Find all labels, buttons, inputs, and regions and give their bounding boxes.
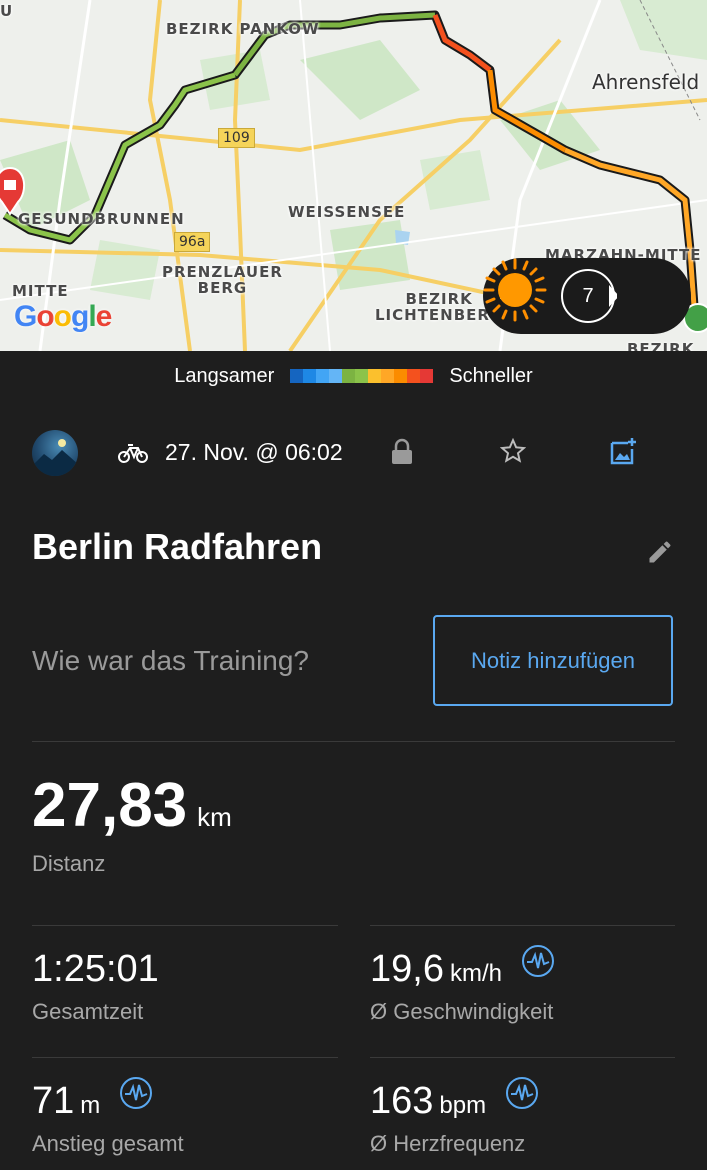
- map-label: BEZIRK PANKOW: [166, 20, 320, 38]
- lock-icon[interactable]: [390, 438, 414, 466]
- total-time-stat: 1:25:01: [32, 948, 159, 991]
- map-label: PRENZLAUER BERG: [162, 263, 283, 297]
- heart-rate-unit: bpm: [439, 1092, 487, 1119]
- divider: [32, 741, 675, 742]
- training-prompt: Wie war das Training?: [32, 645, 310, 676]
- bicycle-icon: [118, 444, 148, 463]
- edit-pencil-icon[interactable]: [646, 538, 674, 566]
- legend-color-swatch: [303, 369, 317, 383]
- legend-color-swatch: [329, 369, 343, 383]
- avatar[interactable]: [32, 430, 78, 476]
- speed-legend: Langsamer Schneller: [0, 351, 707, 401]
- sun-icon: [483, 258, 547, 322]
- google-logo: Google: [14, 300, 112, 333]
- activity-title: Berlin Radfahren: [32, 526, 323, 567]
- legend-color-swatch: [290, 369, 304, 383]
- weather-badge: -2° 7: [483, 258, 691, 334]
- speed-chart-icon[interactable]: [521, 944, 555, 978]
- map-label: BEZIRK: [627, 340, 695, 351]
- elevation-chart-icon[interactable]: [119, 1076, 153, 1110]
- legend-color-swatch: [407, 369, 421, 383]
- distance-unit: km: [197, 802, 232, 832]
- divider: [370, 1057, 675, 1058]
- avg-speed-value: 19,6: [370, 948, 444, 990]
- distance-stat: 27,83 km: [32, 770, 232, 841]
- divider: [32, 1057, 338, 1058]
- heart-rate-stat: 163 bpm: [370, 1077, 539, 1123]
- legend-color-swatch: [355, 369, 369, 383]
- divider: [32, 925, 338, 926]
- legend-color-swatch: [394, 369, 408, 383]
- avg-speed-label: Ø Geschwindigkeit: [370, 999, 554, 1024]
- avg-speed-unit: km/h: [449, 960, 502, 987]
- legend-slower-label: Langsamer: [174, 364, 275, 387]
- legend-color-bar: [290, 369, 434, 383]
- star-icon[interactable]: [500, 438, 526, 464]
- road-shield: 109: [218, 128, 255, 148]
- heart-rate-chart-icon[interactable]: [505, 1076, 539, 1110]
- distance-label: Distanz: [32, 851, 106, 876]
- heart-rate-label: Ø Herzfrequenz: [370, 1131, 526, 1156]
- legend-faster-label: Schneller: [449, 364, 533, 387]
- map-label: U: [0, 2, 14, 20]
- route-map[interactable]: U BEZIRK PANKOW Ahrensfeld GESUNDBRUNNEN…: [0, 0, 707, 351]
- add-photo-icon[interactable]: [610, 437, 638, 465]
- ascent-unit: m: [80, 1092, 101, 1119]
- activity-meta-row: 27. Nov. @ 06:02: [0, 425, 707, 481]
- ascent-stat: 71 m: [32, 1077, 153, 1123]
- ascent-value: 71: [32, 1080, 75, 1122]
- ascent-label: Anstieg gesamt: [32, 1131, 184, 1156]
- divider: [370, 925, 675, 926]
- road-shield: 96a: [174, 232, 211, 252]
- legend-color-swatch: [368, 369, 382, 383]
- distance-value: 27,83: [32, 771, 188, 840]
- legend-color-swatch: [381, 369, 395, 383]
- legend-color-swatch: [316, 369, 330, 383]
- map-label: MITTE: [12, 282, 69, 300]
- heart-rate-value: 163: [370, 1080, 434, 1122]
- total-time-label: Gesamtzeit: [32, 999, 144, 1024]
- map-label: Ahrensfeld: [592, 70, 700, 94]
- legend-color-swatch: [420, 369, 434, 383]
- avg-speed-stat: 19,6 km/h: [370, 945, 555, 991]
- map-label: WEISSENSEE: [288, 203, 406, 221]
- total-time-value: 1:25:01: [32, 948, 159, 990]
- legend-color-swatch: [342, 369, 356, 383]
- wind-speed: 7: [582, 285, 594, 307]
- activity-date: 27. Nov. @ 06:02: [165, 439, 343, 465]
- add-note-button[interactable]: Notiz hinzufügen: [433, 615, 673, 706]
- map-label: GESUNDBRUNNEN: [18, 210, 185, 228]
- wind-indicator: 7: [559, 267, 617, 325]
